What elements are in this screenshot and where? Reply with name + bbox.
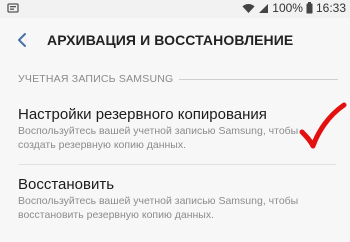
battery-icon xyxy=(306,2,313,14)
signal-icon xyxy=(258,3,269,14)
backup-settings-title: Настройки резервного копирования xyxy=(18,106,267,123)
backup-settings-description: Воспользуйтесь вашей учетной записью Sam… xyxy=(18,125,299,151)
battery-percent: 100% xyxy=(272,1,303,15)
section-label: УЧЕТНАЯ ЗАПИСЬ SAMSUNG xyxy=(18,73,174,85)
status-right: 100% 16:33 xyxy=(242,1,346,15)
page-title: АРХИВАЦИЯ И ВОССТАНОВЛЕНИЕ xyxy=(47,32,294,48)
red-checkmark-icon xyxy=(299,102,347,149)
status-left xyxy=(7,2,19,14)
restore-title: Восстановить xyxy=(18,176,115,193)
notification-icon xyxy=(7,2,19,14)
wifi-icon xyxy=(242,3,255,14)
back-button[interactable] xyxy=(10,28,34,52)
list-divider xyxy=(18,164,336,165)
header: АРХИВАЦИЯ И ВОССТАНОВЛЕНИЕ xyxy=(0,22,350,58)
status-bar: 100% 16:33 xyxy=(0,0,350,18)
section-header-samsung-account: УЧЕТНАЯ ЗАПИСЬ SAMSUNG xyxy=(18,72,338,86)
restore-description: Воспользуйтесь вашей учетной записью Sam… xyxy=(18,195,299,221)
section-divider xyxy=(179,78,338,80)
status-time: 16:33 xyxy=(315,1,346,15)
chevron-left-icon xyxy=(16,32,28,48)
list-item-restore[interactable]: Восстановить Воспользуйтесь вашей учетно… xyxy=(0,170,350,230)
